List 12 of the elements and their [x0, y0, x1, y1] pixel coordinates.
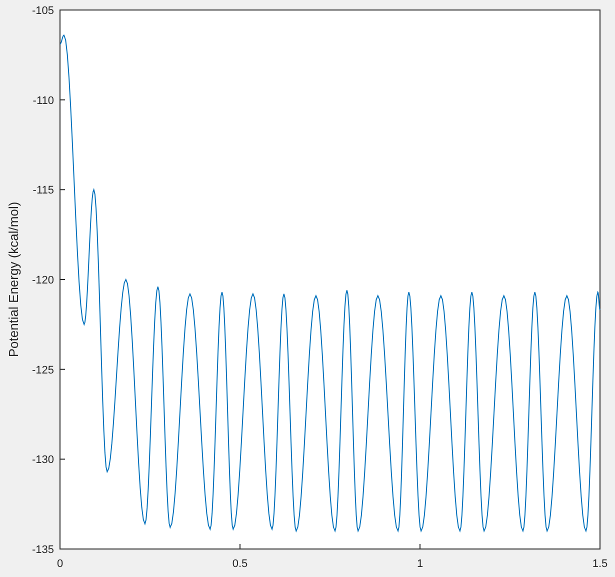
y-tick-label: -120 — [32, 274, 54, 286]
y-tick-label: -135 — [32, 544, 54, 556]
x-tick-label: 1.5 — [592, 558, 608, 570]
x-tick-label: 0 — [56, 558, 64, 570]
y-axis-label: Potential Energy (kcal/mol) — [6, 202, 21, 358]
x-tick-label: 1 — [416, 558, 424, 570]
y-tick-label: -115 — [32, 184, 54, 197]
y-tick-label: -110 — [32, 94, 54, 107]
y-tick-label: -105 — [32, 5, 54, 17]
x-tick-label: 0.5 — [232, 558, 248, 570]
y-tick-label: -130 — [32, 454, 54, 466]
y-tick-label: -125 — [32, 364, 54, 376]
